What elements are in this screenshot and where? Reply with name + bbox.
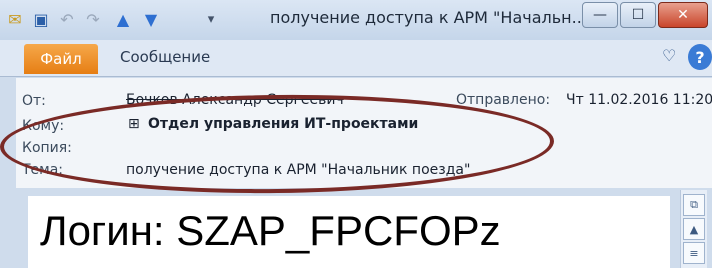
close-button[interactable]: ✕ <box>658 2 708 28</box>
scroll-split-icon[interactable]: ⧉ <box>683 194 705 216</box>
ribbon-expand-icon[interactable]: ♡ <box>662 46 676 65</box>
tab-file[interactable]: Файл <box>24 44 98 74</box>
down-arrow-icon[interactable]: ▼ <box>140 8 162 30</box>
tab-message[interactable]: Сообщение <box>120 48 210 66</box>
save-icon[interactable]: ▣ <box>30 8 52 30</box>
window-title: получение доступа к АРМ "Начальн... <box>270 8 587 27</box>
sent-value: Чт 11.02.2016 11:20 <box>566 92 712 108</box>
customize-icon[interactable]: ▾ <box>200 8 222 30</box>
up-arrow-icon[interactable]: ▲ <box>112 8 134 30</box>
maximize-button[interactable]: ☐ <box>620 2 656 28</box>
envelope-icon: ✉ <box>8 9 22 29</box>
from-label: От: <box>22 93 46 109</box>
sent-label: Отправлено: <box>456 92 551 108</box>
redo-icon[interactable]: ↷ <box>82 8 104 30</box>
scroll-up-icon[interactable]: ▲ <box>683 218 705 240</box>
ribbon-tabs <box>0 40 712 77</box>
outlook-message-window: ✉ ▣ ↶ ↷ ▲ ▼ ▾ получение доступа к АРМ "Н… <box>0 0 712 268</box>
help-icon[interactable]: ? <box>688 44 712 70</box>
title-bar: ✉ ▣ ↶ ↷ ▲ ▼ ▾ получение доступа к АРМ "Н… <box>0 0 712 40</box>
undo-icon[interactable]: ↶ <box>56 8 78 30</box>
minimize-button[interactable]: — <box>582 2 618 28</box>
login-text: Логин: SZAP_FPCFOPz <box>40 207 501 254</box>
scroll-thumb[interactable]: ≡ <box>683 242 705 264</box>
